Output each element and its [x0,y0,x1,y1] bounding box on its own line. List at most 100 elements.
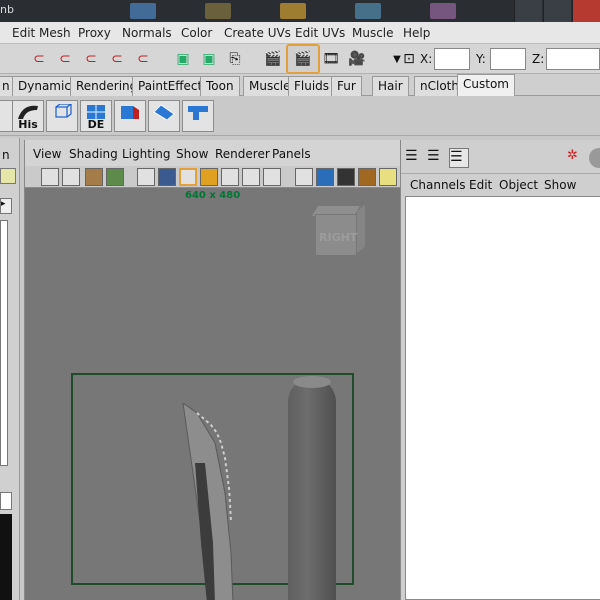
delete-edge-icon[interactable]: DE [80,100,112,132]
render-current-frame-icon[interactable]: 🎬 [286,44,320,74]
taskbar-thumb-3[interactable] [280,3,306,19]
viewport-menu-lighting[interactable]: Lighting [122,147,171,161]
field-chart-icon[interactable] [221,168,239,186]
safe-title-icon[interactable] [263,168,281,186]
taskbar-thumb-2[interactable] [205,3,231,19]
bevel-shape-icon [153,104,175,120]
channel-box: ☰ ☰ ☰ ✲ Channels Edit Object Show [400,140,600,600]
gate-mask-icon[interactable] [200,168,218,186]
viewport-menu-panels[interactable]: Panels [272,147,311,161]
tab-fur[interactable]: Fur [331,76,362,96]
extrude-shape-icon [121,106,139,119]
channel-menu-channels[interactable]: Channels [410,178,466,192]
status-line: ⊂ ⊂ ⊂ ⊂ ⊂ ▣ ▣ ⎘ 🎬 🎬 🎞 🎥 ▼ ⊡ X: Y: Z: [0,44,600,74]
taskbar-thumb-5[interactable] [430,3,456,19]
magnet-snap-icon[interactable]: ⊂ [28,48,50,70]
tab-fluids[interactable]: Fluids [288,76,336,96]
taskbar-thumb-1[interactable] [130,3,156,19]
globe-icon[interactable] [589,148,600,168]
grid-blue-icon [87,105,105,119]
z-field[interactable] [546,48,600,70]
viewport-menu-bar: View Shading Lighting Show Renderer Pane… [25,140,401,166]
input-ops-icon[interactable]: ▣ [172,48,194,70]
wireframe-icon[interactable] [295,168,313,186]
close-button[interactable] [572,0,600,22]
channel-menu-show[interactable]: Show [544,178,576,192]
menu-create-uvs[interactable]: Create UVs [224,26,291,40]
tool-settings-icon[interactable]: ☰ [449,148,469,168]
maximize-button[interactable] [543,0,571,22]
menu-color[interactable]: Color [181,26,212,40]
snap-curve-icon[interactable]: ⊂ [54,48,76,70]
split-polygon-icon[interactable] [182,100,214,132]
tab-hair[interactable]: Hair [372,76,409,96]
render-frame-icon[interactable]: 🎬 [262,48,284,70]
channel-box-list-icon[interactable]: ☰ [405,148,425,168]
blade-model [182,403,234,600]
tab-custom[interactable]: Custom [457,74,515,96]
wireframe-cube-icon[interactable] [46,100,78,132]
lights-icon[interactable] [379,168,397,186]
panel-layout-box [0,220,8,466]
viewport-menu-shading[interactable]: Shading [69,147,118,161]
maya-window: nb Edit Mesh Proxy Normals Color Create … [0,0,600,600]
viewport-menu-renderer[interactable]: Renderer [215,147,270,161]
channel-box-area[interactable] [405,196,600,600]
viewport-panel[interactable]: View Shading Lighting Show Renderer Pane… [24,140,401,600]
safe-action-icon[interactable] [242,168,260,186]
menu-muscle[interactable]: Muscle [352,26,394,40]
menu-edit-mesh[interactable]: Edit Mesh [12,26,71,40]
arrow-right-icon[interactable]: ▸ [0,198,12,214]
cylinder-cap [293,376,331,388]
viewport-canvas[interactable]: 640 x 480 RIGHT [25,188,401,600]
delete-history-icon[interactable]: His [12,100,44,132]
taskbar: nb [0,0,600,22]
camera-attributes-icon[interactable] [62,168,80,186]
y-field[interactable] [490,48,526,70]
split-shape-icon [188,106,208,120]
image-plane-icon[interactable] [106,168,124,186]
wireframe-on-shaded-icon[interactable] [337,168,355,186]
channel-menu-edit[interactable]: Edit [469,178,492,192]
axis-icon[interactable]: ✲ [567,148,587,168]
minimize-button[interactable] [514,0,542,22]
snap-point-icon[interactable]: ⊂ [80,48,102,70]
menu-proxy[interactable]: Proxy [78,26,111,40]
cube-wire-icon [55,104,72,118]
film-gate-icon[interactable] [158,168,176,186]
resolution-gate-icon[interactable] [179,168,197,186]
panel-dark-area [0,514,12,600]
snap-view-icon[interactable]: ⊂ [106,48,128,70]
tool-box: n ▸ [0,138,20,600]
menu-help[interactable]: Help [403,26,430,40]
channel-menu-object[interactable]: Object [499,178,538,192]
grid-icon[interactable] [137,168,155,186]
taskbar-thumb-4[interactable] [355,3,381,19]
viewport-menu-view[interactable]: View [33,147,61,161]
layer-box [0,492,12,510]
tab-toon[interactable]: Toon [200,76,240,96]
construction-history-icon[interactable]: ⎘ [224,48,246,70]
attribute-editor-icon[interactable]: ☰ [427,148,447,168]
viewport-toolbar [25,166,401,188]
camera-select-icon[interactable] [41,168,59,186]
menu-bar: Edit Mesh Proxy Normals Color Create UVs… [0,22,600,44]
view-cube-side [357,204,365,254]
viewport-menu-show[interactable]: Show [176,147,208,161]
ipr-render-icon[interactable]: 🎞 [320,48,342,70]
extrude-icon[interactable] [114,100,146,132]
menu-normals[interactable]: Normals [122,26,172,40]
smooth-shade-icon[interactable] [316,168,334,186]
render-settings-icon[interactable]: 🎥 [346,48,368,70]
transform-mode-icon[interactable]: ⊡ [398,48,420,70]
left-panel-label: n [2,148,10,162]
make-live-icon[interactable]: ⊂ [132,48,154,70]
view-cube[interactable]: RIGHT [312,204,365,260]
bevel-icon[interactable] [148,100,180,132]
menu-edit-uvs[interactable]: Edit UVs [295,26,345,40]
tool-select-icon[interactable] [0,168,16,184]
bookmark-icon[interactable] [85,168,103,186]
x-field[interactable] [434,48,470,70]
output-ops-icon[interactable]: ▣ [198,48,220,70]
textured-icon[interactable] [358,168,376,186]
